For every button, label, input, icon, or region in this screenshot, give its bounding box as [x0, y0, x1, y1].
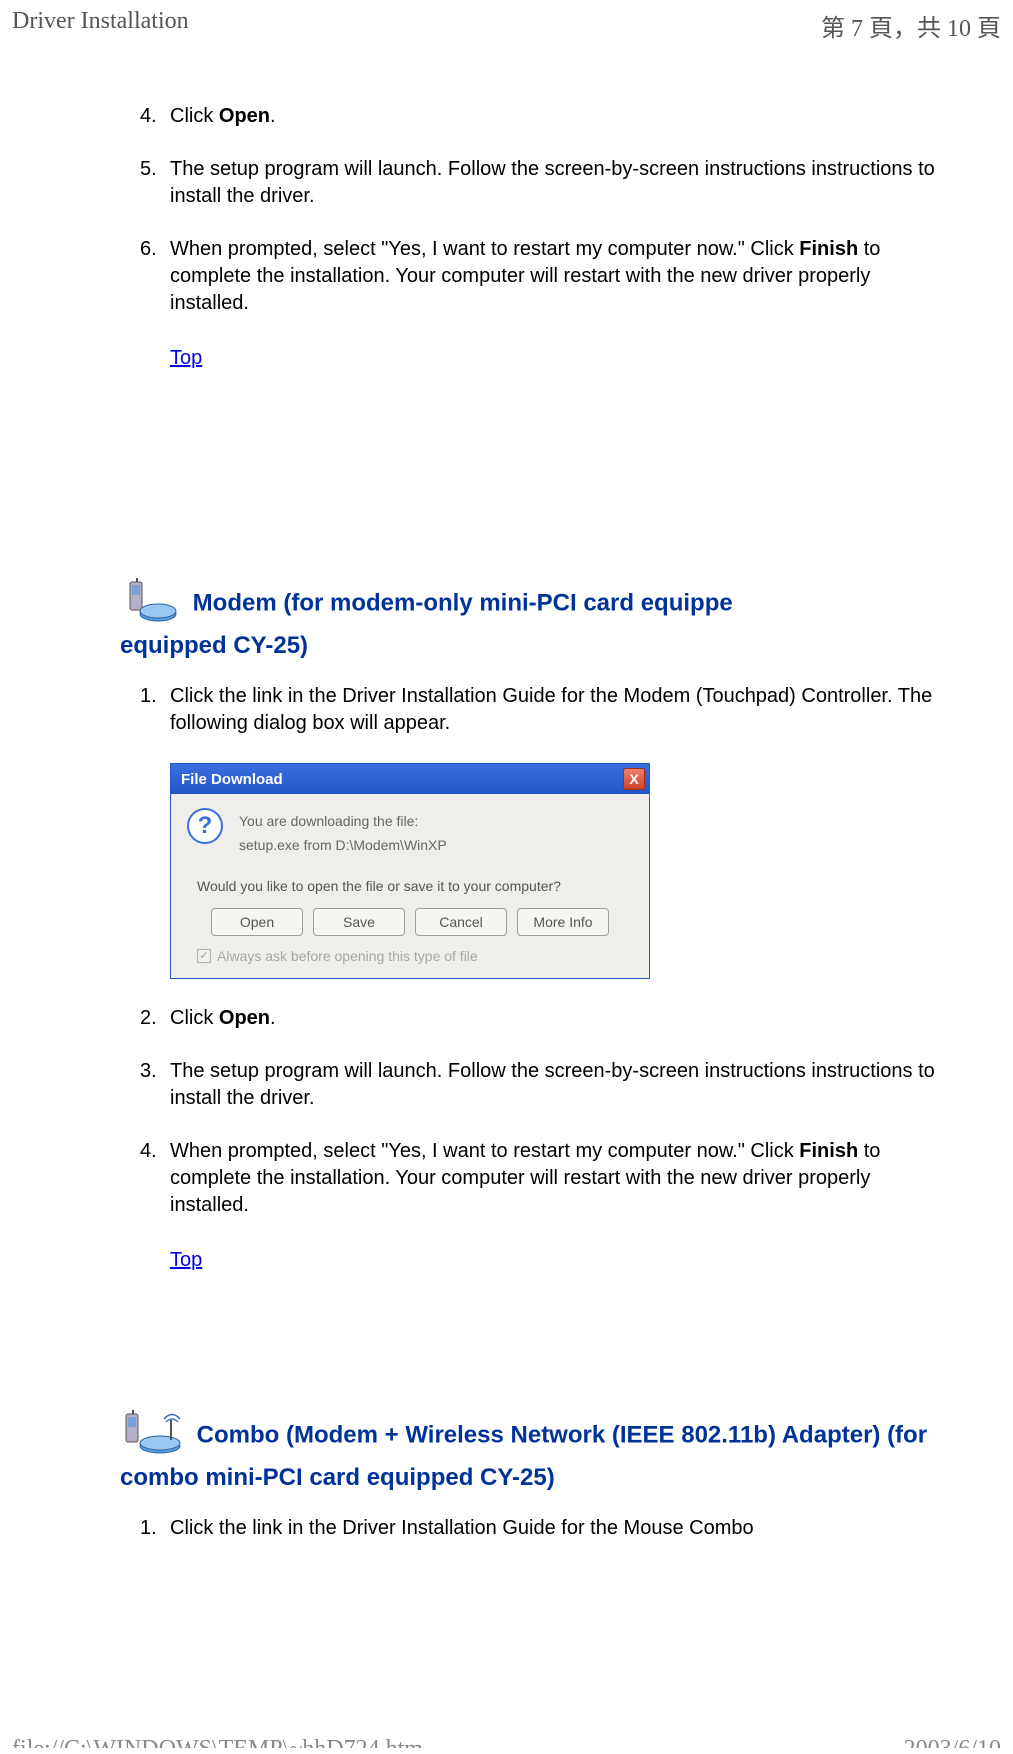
step-text: Click Open. [170, 103, 943, 130]
step-text: Click the link in the Driver Installatio… [170, 1515, 943, 1542]
step-text: The setup program will launch. Follow th… [170, 1058, 943, 1112]
step-5: 5. The setup program will launch. Follow… [120, 156, 943, 210]
dialog-file-text: You are downloading the file: setup.exe … [239, 808, 447, 858]
modem-step-1: 1. Click the link in the Driver Installa… [120, 683, 943, 737]
section-title-combo: Combo (Modem + Wireless Network (IEEE 80… [120, 1410, 943, 1493]
step-number: 4. [120, 103, 170, 130]
dialog-titlebar: File Download X [171, 764, 649, 794]
combo-step-1: 1. Click the link in the Driver Installa… [120, 1515, 943, 1542]
steps-top: 4. Click Open. 5. The setup program will… [120, 103, 943, 317]
checkbox-icon[interactable]: ✓ [197, 949, 211, 963]
more-info-button[interactable]: More Info [517, 908, 609, 936]
step-text: When prompted, select "Yes, I want to re… [170, 236, 943, 317]
combo-icon [120, 1410, 184, 1462]
open-button[interactable]: Open [211, 908, 303, 936]
modem-icon [120, 578, 180, 630]
dialog-buttons: Open Save Cancel More Info [187, 908, 633, 936]
step-number: 5. [120, 156, 170, 210]
steps-combo: 1. Click the link in the Driver Installa… [120, 1515, 943, 1542]
step-number: 6. [120, 236, 170, 317]
dialog-prompt: Would you like to open the file or save … [197, 878, 633, 894]
header-pageinfo: 第 7 頁，共 10 頁 [821, 8, 1001, 43]
step-text: Click Open. [170, 1005, 943, 1032]
dialog-title: File Download [181, 771, 283, 788]
footer-date: 2003/6/10 [904, 1736, 1001, 1748]
section-title-modem: Modem (for modem-only mini-PCI card equi… [120, 578, 943, 661]
modem-step-2: 2. Click Open. [120, 1005, 943, 1032]
step-number: 3. [120, 1058, 170, 1112]
file-download-dialog: File Download X ? You are downloading th… [170, 763, 650, 979]
close-icon[interactable]: X [623, 768, 645, 790]
step-text: Click the link in the Driver Installatio… [170, 683, 943, 737]
step-number: 1. [120, 1515, 170, 1542]
always-ask-checkbox-row: ✓ Always ask before opening this type of… [197, 948, 633, 964]
step-text: The setup program will launch. Follow th… [170, 156, 943, 210]
page-content: 4. Click Open. 5. The setup program will… [0, 43, 1013, 1542]
footer-file-path: file://C:\WINDOWS\TEMP\~hhD724.htm [12, 1736, 423, 1748]
steps-modem: 1. Click the link in the Driver Installa… [120, 683, 943, 737]
step-number: 2. [120, 1005, 170, 1032]
cancel-button[interactable]: Cancel [415, 908, 507, 936]
step-6: 6. When prompted, select "Yes, I want to… [120, 236, 943, 317]
section-modem: Modem (for modem-only mini-PCI card equi… [120, 578, 943, 1272]
header-title: Driver Installation [12, 8, 189, 43]
step-text: When prompted, select "Yes, I want to re… [170, 1138, 943, 1219]
modem-step-4: 4. When prompted, select "Yes, I want to… [120, 1138, 943, 1219]
top-link[interactable]: Top [170, 1249, 202, 1272]
page-header: Driver Installation 第 7 頁，共 10 頁 [0, 0, 1013, 43]
step-number: 1. [120, 683, 170, 737]
checkbox-label: Always ask before opening this type of f… [217, 948, 478, 964]
question-icon: ? [187, 808, 223, 844]
top-link[interactable]: Top [170, 347, 202, 370]
step-number: 4. [120, 1138, 170, 1219]
page-footer: file://C:\WINDOWS\TEMP\~hhD724.htm 2003/… [0, 1728, 1013, 1748]
steps-modem-cont: 2. Click Open. 3. The setup program will… [120, 1005, 943, 1219]
save-button[interactable]: Save [313, 908, 405, 936]
step-4: 4. Click Open. [120, 103, 943, 130]
section-combo: Combo (Modem + Wireless Network (IEEE 80… [120, 1410, 943, 1542]
modem-step-3: 3. The setup program will launch. Follow… [120, 1058, 943, 1112]
